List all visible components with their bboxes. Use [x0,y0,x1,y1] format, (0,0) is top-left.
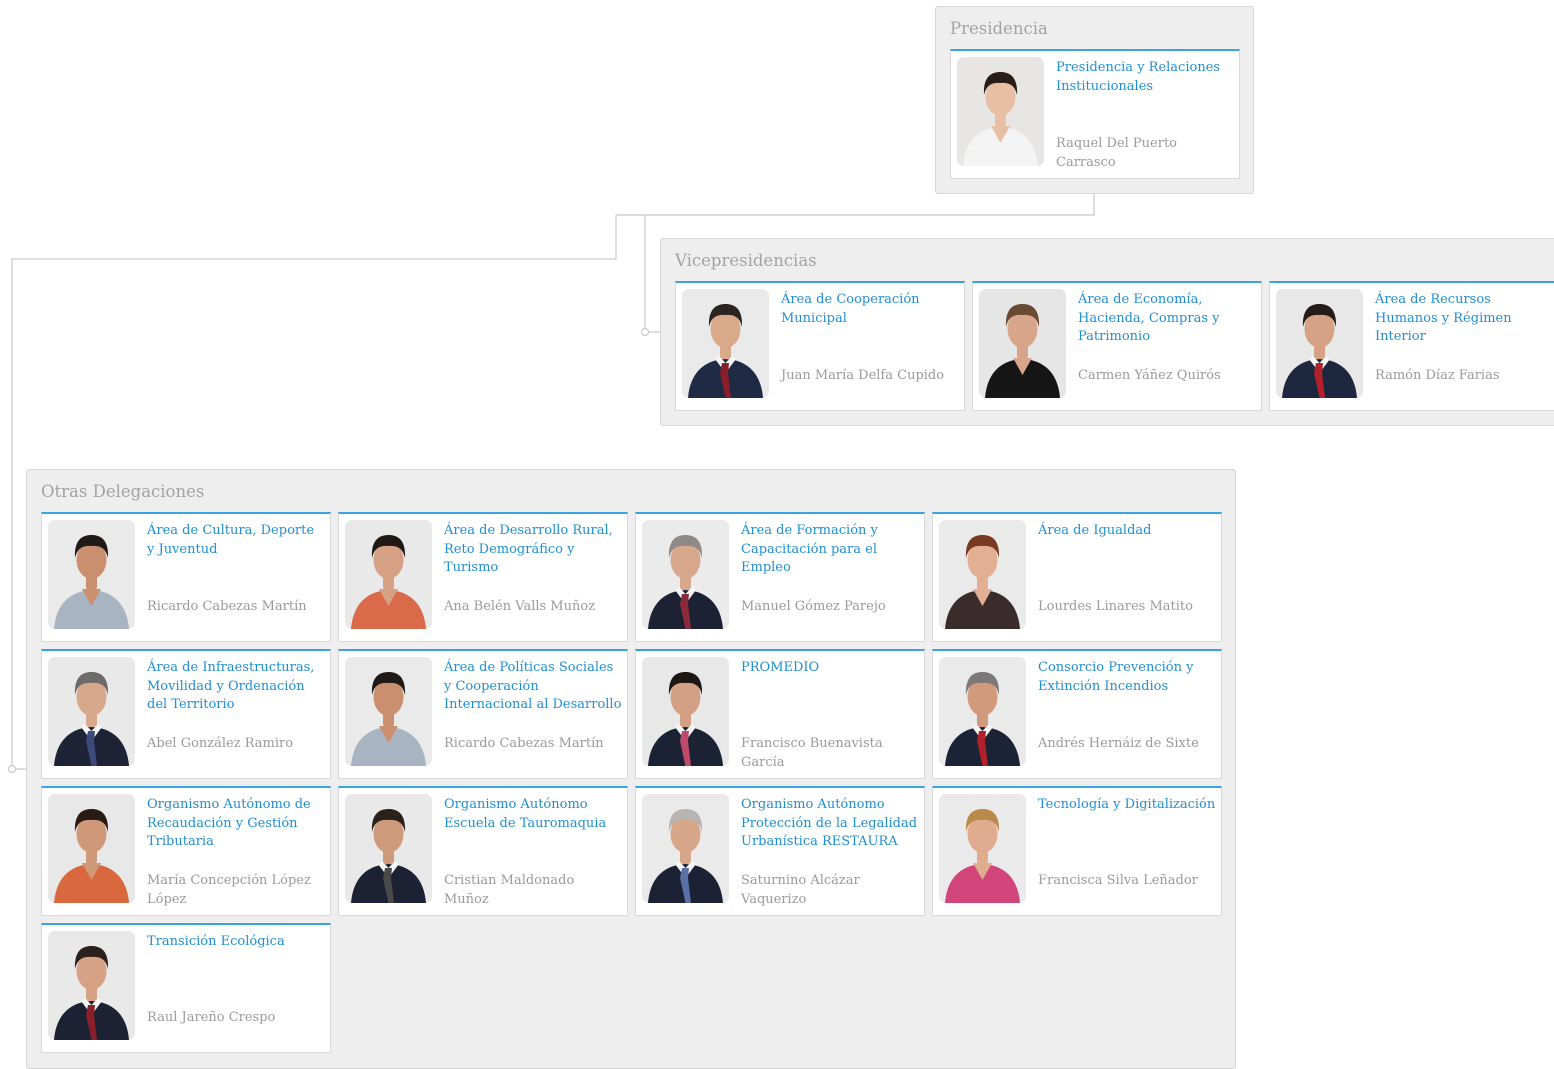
area-link[interactable]: Área de Cultura, Deporte y Juventud [147,522,325,559]
person-name: Raquel Del Puerto Carrasco [1056,136,1177,170]
group-vicepresidencias: Vicepresidencias Área de Cooperación Mun… [660,238,1554,426]
org-card-area-de-desarrollo-rural-reto-demografico-y-turismo[interactable]: Área de Desarrollo Rural, Reto Demográfi… [338,512,628,642]
area-link[interactable]: Área de Recursos Humanos y Régimen Inter… [1375,291,1553,347]
org-card-area-de-economia-hacienda-compras-y-patrimonio[interactable]: Área de Economía, Hacienda, Compras y Pa… [972,281,1262,411]
area-link[interactable]: Área de Formación y Capacitación para el… [741,522,919,578]
org-card-area-de-formacion-y-capacitacion-para-el-empleo[interactable]: Área de Formación y Capacitación para el… [635,512,925,642]
area-link[interactable]: Área de Infraestructuras, Movilidad y Or… [147,659,325,715]
area-link[interactable]: Organismo Autónomo de Recaudación y Gest… [147,796,325,852]
connector-presidencia-to-branches [616,194,1095,216]
area-link[interactable]: Organismo Autónomo Protección de la Lega… [741,796,919,852]
group-title-vicepresidencias: Vicepresidencias [675,251,817,270]
person-photo[interactable] [939,794,1026,903]
connector-node-vice [640,327,650,337]
org-card-organismo-autonomo-de-recaudacion-y-gestion-tributaria[interactable]: Organismo Autónomo de Recaudación y Gest… [41,786,331,916]
area-link[interactable]: Área de Igualdad [1038,522,1216,541]
area-link[interactable]: Consorcio Prevención y Extinción Incendi… [1038,659,1216,696]
person-name: Ramón Díaz Farias [1375,368,1500,383]
group-otras-delegaciones: Otras Delegaciones Área de Cultura, Depo… [26,469,1236,1069]
person-name: Juan María Delfa Cupido [781,368,945,383]
person-photo[interactable] [48,520,135,629]
org-card-tecnologia-y-digitalizacion[interactable]: Tecnología y Digitalización Francisca Sil… [932,786,1222,916]
area-link[interactable]: Presidencia y Relaciones Institucionales [1056,59,1234,96]
org-card-consorcio-prevencion-y-extincion-incendios[interactable]: Consorcio Prevención y Extinción Incendi… [932,649,1222,779]
area-link[interactable]: Organismo Autónomo Escuela de Tauromaqui… [444,796,622,833]
person-name: Raul Jareño Crespo [147,1010,276,1025]
person-name: Abel González Ramiro [147,736,294,751]
person-photo[interactable] [957,57,1044,166]
person-photo[interactable] [1276,289,1363,398]
person-name: Manuel Gómez Parejo [741,599,886,614]
person-name: Saturnino Alcázar Vaquerizo [741,873,860,907]
person-photo[interactable] [642,520,729,629]
org-card-promedio[interactable]: PROMEDIO Francisco Buenavista García [635,649,925,779]
person-photo[interactable] [48,657,135,766]
area-link[interactable]: Área de Políticas Sociales y Cooperación… [444,659,622,715]
org-card-area-de-cooperacion-municipal[interactable]: Área de Cooperación Municipal Juan María … [675,281,965,411]
org-card-transicion-ecologica[interactable]: Transición Ecológica Raul Jareño Crespo [41,923,331,1053]
area-link[interactable]: Área de Cooperación Municipal [781,291,959,328]
person-name: Andrés Hernáiz de Sixte [1038,736,1199,751]
person-photo[interactable] [642,794,729,903]
person-photo[interactable] [345,520,432,629]
person-name: Ricardo Cabezas Martín [147,599,307,614]
org-card-area-de-cultura-deporte-y-juventud[interactable]: Área de Cultura, Deporte y Juventud Ricar… [41,512,331,642]
person-photo[interactable] [48,931,135,1040]
group-presidencia: Presidencia Presidencia y Relaciones Ins… [935,6,1254,194]
person-name: María Concepción López López [147,873,311,907]
person-name: Lourdes Linares Matito [1038,599,1193,614]
person-photo[interactable] [682,289,769,398]
person-photo[interactable] [939,520,1026,629]
area-link[interactable]: PROMEDIO [741,659,919,678]
connector-vice-branch [644,215,660,333]
person-photo[interactable] [979,289,1066,398]
org-card-organismo-autonomo-escuela-de-tauromaquia[interactable]: Organismo Autónomo Escuela de Tauromaqui… [338,786,628,916]
person-photo[interactable] [345,794,432,903]
person-photo[interactable] [345,657,432,766]
person-name: Ana Belén Valls Muñoz [444,599,596,614]
org-card-area-de-infraestructuras-movilidad-y-ordenacion-del-territorio[interactable]: Área de Infraestructuras, Movilidad y Or… [41,649,331,779]
person-name: Cristian Maldonado Muñoz [444,873,575,907]
connector-node-otras [7,764,17,774]
area-link[interactable]: Área de Desarrollo Rural, Reto Demográfi… [444,522,622,578]
org-card-organismo-autonomo-proteccion-de-la-legalidad-urbanistica-restaura[interactable]: Organismo Autónomo Protección de la Lega… [635,786,925,916]
area-link[interactable]: Tecnología y Digitalización [1038,796,1216,815]
person-name: Carmen Yáñez Quirós [1078,368,1221,383]
area-link[interactable]: Área de Economía, Hacienda, Compras y Pa… [1078,291,1256,347]
person-name: Ricardo Cabezas Martín [444,736,604,751]
area-link[interactable]: Transición Ecológica [147,933,325,952]
org-card-area-de-igualdad[interactable]: Área de Igualdad Lourdes Linares Matito [932,512,1222,642]
org-card-area-de-politicas-sociales-y-cooperacion-internacional-al-desarrollo[interactable]: Área de Políticas Sociales y Cooperación… [338,649,628,779]
group-title-otras-delegaciones: Otras Delegaciones [41,482,205,501]
group-title-presidencia: Presidencia [950,19,1048,38]
org-card-presidencia-y-relaciones-institucionales[interactable]: Presidencia y Relaciones Institucionales… [950,49,1240,179]
person-name: Francisco Buenavista García [741,736,883,770]
person-photo[interactable] [48,794,135,903]
person-name: Francisca Silva Leñador [1038,873,1198,888]
person-photo[interactable] [642,657,729,766]
org-card-area-de-recursos-humanos-y-regimen-interior[interactable]: Área de Recursos Humanos y Régimen Inter… [1269,281,1554,411]
person-photo[interactable] [939,657,1026,766]
